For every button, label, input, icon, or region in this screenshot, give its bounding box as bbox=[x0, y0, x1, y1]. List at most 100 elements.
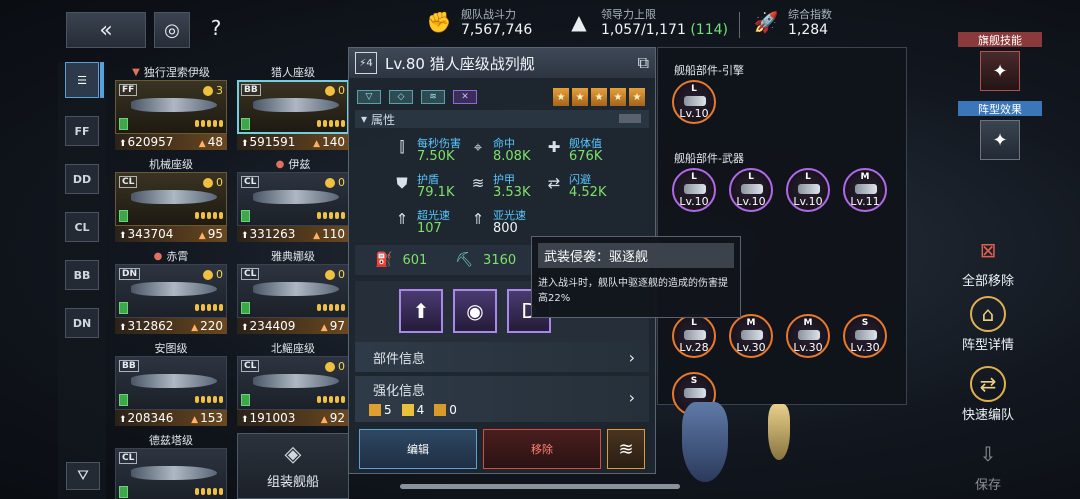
assemble-ship-button[interactable]: ◈ 组装舰船 bbox=[237, 433, 349, 499]
ship-level-dots bbox=[195, 212, 223, 219]
fleet-power-value: 7,567,746 bbox=[461, 22, 533, 38]
ship-card[interactable]: 安图级 BB 208346 153 bbox=[115, 340, 227, 426]
formation-icon: ⌂ bbox=[970, 296, 1006, 332]
evade-icon: ⇄ bbox=[547, 174, 561, 192]
faction-icon: ● bbox=[153, 250, 163, 262]
part-level: Lv.11 bbox=[850, 195, 880, 208]
ship-card[interactable]: ▼独行涅索伊级 FF 3 620957 48 bbox=[115, 64, 227, 150]
sort-filter-button[interactable]: ⛛ bbox=[66, 462, 100, 490]
crosshair-icon: ⌖ bbox=[473, 138, 483, 156]
filter-cl[interactable]: CL bbox=[65, 212, 99, 242]
enhance-star-value: 5 bbox=[369, 403, 392, 417]
skill-target-icon[interactable]: ◉ bbox=[453, 289, 497, 333]
part-slot[interactable]: L Lv.10 bbox=[729, 168, 773, 212]
ship-command: 140 bbox=[313, 135, 345, 149]
formation-effect-button[interactable]: ✦ bbox=[980, 120, 1020, 160]
remove-all-label: 全部移除 bbox=[961, 274, 1014, 289]
enhance-values: 5 4 0 bbox=[369, 403, 457, 417]
special-action-button[interactable]: ≋ bbox=[607, 429, 645, 469]
flagship-skill-label: 旗舰技能 bbox=[958, 32, 1042, 47]
ship-class-badge: CL bbox=[119, 452, 138, 464]
chevron-right-icon: › bbox=[628, 347, 635, 367]
flagship-skill-button[interactable]: ✦ bbox=[980, 51, 1020, 91]
ship-card[interactable]: 德兹塔级 CL bbox=[115, 432, 227, 499]
fleet-power-stat: ✊ 舰队战斗力 7,567,746 bbox=[425, 6, 533, 38]
part-slot[interactable]: S Lv.30 bbox=[843, 314, 887, 358]
attr-dps: ⫿ 每秒伤害 7.50K bbox=[393, 138, 461, 164]
ship-tier-badge bbox=[119, 210, 128, 222]
part-slot[interactable]: M Lv.30 bbox=[786, 314, 830, 358]
filter-dd[interactable]: DD bbox=[65, 164, 99, 194]
ship-stars: 0 bbox=[325, 268, 345, 281]
part-slot[interactable]: L Lv.10 bbox=[672, 80, 716, 124]
assemble-icon: ◈ bbox=[284, 442, 302, 467]
remove-all-button[interactable]: ⊠ 全部移除 bbox=[948, 232, 1028, 289]
ship-card[interactable]: 雅典娜级 CL 0 234409 97 bbox=[237, 248, 349, 334]
armor-icon: ≋ bbox=[471, 174, 485, 192]
parts-info-row[interactable]: 部件信息 › bbox=[355, 342, 649, 372]
part-level: Lv.30 bbox=[850, 341, 880, 354]
attributes-toggle[interactable] bbox=[619, 114, 641, 123]
tag-icon: ≋ bbox=[421, 90, 445, 104]
ship-stars: 0 bbox=[203, 176, 223, 189]
help-button[interactable]: ? bbox=[204, 16, 228, 40]
rocket-icon: 🚀 bbox=[753, 10, 779, 34]
ship-sprite bbox=[253, 190, 339, 204]
part-slot[interactable]: L Lv.10 bbox=[786, 168, 830, 212]
quick-formation-button[interactable]: ⇄ 快速编队 bbox=[948, 366, 1028, 423]
part-slot[interactable]: L Lv.10 bbox=[672, 168, 716, 212]
back-button[interactable]: « bbox=[66, 12, 146, 48]
formation-detail-button[interactable]: ⌂ 阵型详情 bbox=[948, 296, 1028, 353]
ship-sprite bbox=[131, 98, 217, 112]
star-icon: ★ bbox=[553, 88, 569, 106]
filter-ff[interactable]: FF bbox=[65, 116, 99, 146]
ship-card[interactable]: 机械座级 CL 0 343704 95 bbox=[115, 156, 227, 242]
ship-level-dots bbox=[317, 304, 345, 311]
part-level: Lv.10 bbox=[679, 107, 709, 120]
ship-level-dots bbox=[317, 396, 345, 403]
part-icon bbox=[684, 184, 706, 194]
ship-footer: 591591 140 bbox=[237, 134, 349, 150]
attr-warp: ⇑ 超光速 107 bbox=[393, 210, 450, 236]
quick-formation-label: 快速编队 bbox=[961, 408, 1014, 423]
part-slot[interactable]: M Lv.30 bbox=[729, 314, 773, 358]
save-button[interactable]: ⇩ 保存 bbox=[948, 436, 1028, 493]
filter-all[interactable]: ☰ bbox=[65, 62, 99, 98]
attr-value: 676K bbox=[569, 149, 603, 164]
ship-name: ● 赤霄 bbox=[153, 250, 189, 263]
star-icon: ★ bbox=[591, 88, 607, 106]
ship-stars: 0 bbox=[325, 360, 345, 373]
ship-card[interactable]: ●赤霄 DN 0 312862 220 bbox=[115, 248, 227, 334]
part-slot[interactable]: M Lv.11 bbox=[843, 168, 887, 212]
composite-index-stat: 🚀 综合指数 1,284 bbox=[752, 6, 832, 38]
attributes-header[interactable]: ▾ 属性 bbox=[355, 110, 649, 128]
part-grade: L bbox=[691, 318, 697, 328]
part-grade: L bbox=[691, 172, 697, 182]
caret-down-icon: ▾ bbox=[361, 112, 368, 126]
ship-sprite bbox=[131, 282, 217, 296]
ship-card[interactable]: 猎人座级 BB 0 591591 140 bbox=[237, 64, 349, 150]
cargo-value: 601 bbox=[402, 252, 428, 268]
ship-level-dots bbox=[195, 304, 223, 311]
filter-dn[interactable]: DN bbox=[65, 308, 99, 338]
star-icon: ★ bbox=[629, 88, 645, 106]
leadership-stat: ▲ 领导力上限 1,057/1,171 (114) bbox=[565, 6, 728, 38]
ship-class-badge: FF bbox=[119, 84, 138, 96]
skill-stack-icon[interactable]: ⬆ bbox=[399, 289, 443, 333]
assemble-label: 组装舰船 bbox=[266, 475, 319, 490]
ship-name: 雅典娜级 bbox=[271, 250, 315, 263]
ship-name: ● 伊兹 bbox=[275, 158, 311, 171]
filter-bb[interactable]: BB bbox=[65, 260, 99, 290]
part-grade: M bbox=[860, 172, 870, 182]
target-button[interactable]: ◎ bbox=[154, 12, 190, 48]
remove-button[interactable]: 移除 bbox=[483, 429, 601, 469]
hull-icon: ✚ bbox=[547, 138, 561, 156]
ship-command: 110 bbox=[313, 227, 345, 241]
compass-star-icon: ✦ bbox=[992, 129, 1008, 151]
part-slot[interactable]: L Lv.28 bbox=[672, 314, 716, 358]
edit-button[interactable]: 编辑 bbox=[359, 429, 477, 469]
ship-tier-badge bbox=[119, 302, 128, 314]
ship-card[interactable]: ●伊兹 CL 0 331263 110 bbox=[237, 156, 349, 242]
ship-card[interactable]: 北鳐座级 CL 0 191003 92 bbox=[237, 340, 349, 426]
open-external-icon[interactable]: ⧉ bbox=[638, 53, 649, 73]
